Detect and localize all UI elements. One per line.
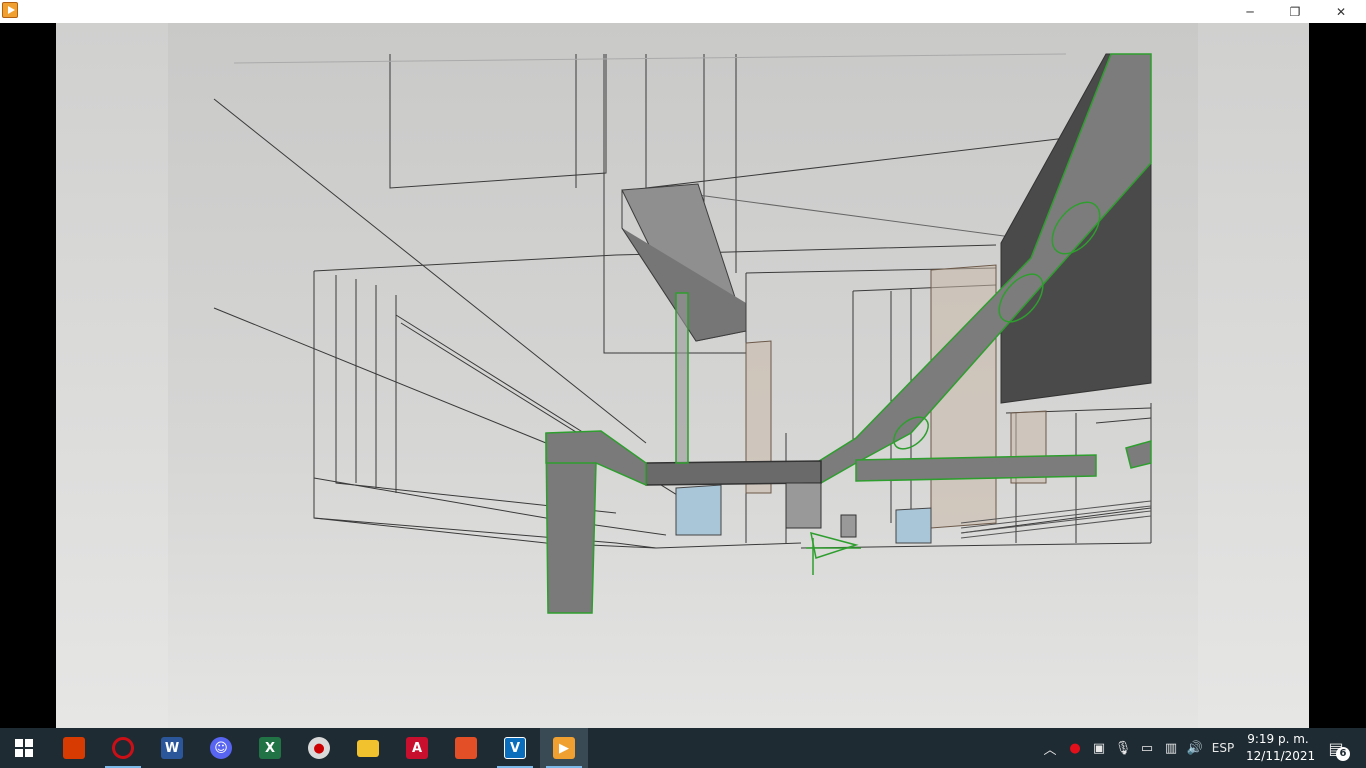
camera-tray-icon[interactable]: ▣ xyxy=(1088,728,1110,768)
minimize-button[interactable]: ─ xyxy=(1227,0,1273,23)
folder-icon xyxy=(357,739,379,757)
media-player-icon[interactable] xyxy=(2,2,18,18)
vegas-app[interactable]: V xyxy=(491,728,539,768)
beats-tray-icon[interactable]: ● xyxy=(1064,728,1086,768)
power-tray-icon[interactable]: ▭ xyxy=(1136,728,1158,768)
excel-icon: X xyxy=(259,737,281,759)
microphone-tray-icon[interactable]: 🎙 xyxy=(1112,728,1134,768)
opera-app[interactable] xyxy=(99,728,147,768)
paint-app[interactable]: ● xyxy=(295,728,343,768)
discord-icon: ☺ xyxy=(210,737,232,759)
3d-model-render xyxy=(213,53,1152,614)
clock[interactable]: 9:19 p. m. 12/11/2021 xyxy=(1246,731,1316,765)
camera-icon: ▣ xyxy=(1092,740,1106,756)
network-icon: ▥ xyxy=(1164,740,1178,756)
restore-button[interactable]: ❐ xyxy=(1272,0,1318,23)
excel-app[interactable]: X xyxy=(246,728,294,768)
battery-icon: ▭ xyxy=(1140,740,1154,756)
clock-time: 9:19 p. m. xyxy=(1247,732,1309,746)
opera-icon xyxy=(112,737,134,759)
palette-icon: ● xyxy=(308,737,330,759)
acrobat-app[interactable] xyxy=(442,728,490,768)
title-bar: ─ ❐ ✕ xyxy=(0,0,1366,23)
notification-count-badge: 6 xyxy=(1336,747,1350,761)
speaker-icon: 🔊 xyxy=(1186,740,1204,756)
autocad-icon: A xyxy=(406,737,428,759)
acrobat-icon xyxy=(455,737,477,759)
beats-icon: ● xyxy=(1069,740,1081,756)
action-center-button[interactable]: ▤ xyxy=(1316,728,1356,768)
office-icon xyxy=(63,737,85,759)
volume-tray-icon[interactable]: 🔊 xyxy=(1184,728,1206,768)
word-icon: W xyxy=(161,737,183,759)
media-player-app[interactable]: ▶ xyxy=(540,728,588,768)
start-button[interactable] xyxy=(0,728,48,768)
network-tray-icon[interactable]: ▥ xyxy=(1160,728,1182,768)
language-indicator[interactable]: ESP xyxy=(1208,728,1238,768)
discord-app[interactable]: ☺ xyxy=(197,728,245,768)
vegas-icon: V xyxy=(504,737,526,759)
microphone-icon: 🎙 xyxy=(1114,740,1132,756)
windows-logo-icon xyxy=(15,739,33,757)
play-icon: ▶ xyxy=(553,737,575,759)
chevron-up-icon: ︿ xyxy=(1043,742,1057,758)
close-button[interactable]: ✕ xyxy=(1318,0,1364,23)
office-app[interactable] xyxy=(50,728,98,768)
taskbar: W ☺ X ● A V ▶ ︿ ● ▣ 🎙 ▭ ▥ 🔊 ESP 9:19 p. … xyxy=(0,728,1366,768)
autocad-app[interactable]: A xyxy=(393,728,441,768)
file-explorer-app[interactable] xyxy=(344,728,392,768)
video-viewport[interactable] xyxy=(56,23,1309,728)
show-hidden-icons-button[interactable]: ︿ xyxy=(1040,728,1060,768)
word-app[interactable]: W xyxy=(148,728,196,768)
clock-date: 12/11/2021 xyxy=(1246,749,1316,763)
